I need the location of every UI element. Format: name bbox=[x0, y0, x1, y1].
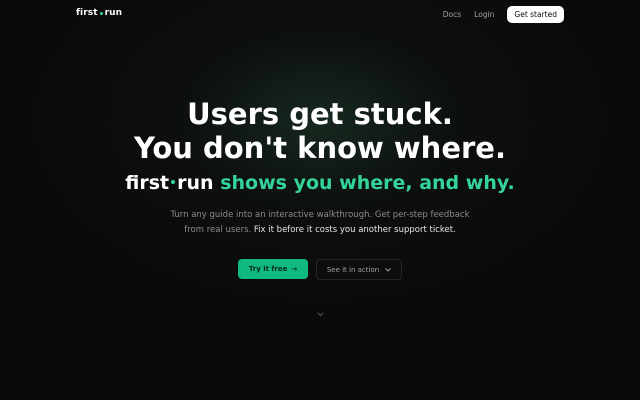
chevron-down-icon bbox=[385, 266, 391, 274]
see-it-in-action-label: See it in action bbox=[326, 265, 380, 274]
top-navigation-bar: first run Docs Login Get started bbox=[0, 0, 640, 28]
hero-section: Users get stuck. You don't know where. f… bbox=[0, 97, 640, 238]
tagline-brand-first: first bbox=[125, 172, 170, 194]
logo-dot-icon bbox=[99, 11, 103, 15]
brand-dot-icon bbox=[171, 179, 176, 184]
logo-text-first: first bbox=[76, 8, 98, 18]
tagline-brand: first run bbox=[125, 172, 213, 194]
logo[interactable]: first run bbox=[76, 8, 122, 18]
hero-tagline: first run shows you where, and why. bbox=[0, 171, 640, 195]
subtitle-muted-text: from real users. bbox=[184, 225, 252, 235]
scroll-down-chevron-icon[interactable] bbox=[315, 309, 325, 319]
tagline-brand-run: run bbox=[177, 172, 214, 194]
subtitle-highlight-text: Fix it before it costs you another suppo… bbox=[253, 225, 456, 235]
hero-heading-line-2: You don't know where. bbox=[133, 131, 506, 165]
login-link[interactable]: Login bbox=[474, 10, 494, 19]
subtitle-line-2: from real users. Fix it before it costs … bbox=[0, 223, 640, 238]
tagline-accent-text: shows you where, and why. bbox=[220, 172, 515, 194]
subtitle-line-1: Turn any guide into an interactive walkt… bbox=[170, 210, 470, 220]
nav-links: Docs Login Get started bbox=[443, 6, 564, 23]
try-it-free-label: Try it free bbox=[248, 265, 288, 273]
hero-actions: Try it free → See it in action bbox=[0, 259, 640, 280]
logo-text-run: run bbox=[104, 8, 123, 18]
see-it-in-action-button[interactable]: See it in action bbox=[316, 259, 402, 280]
get-started-button[interactable]: Get started bbox=[507, 6, 564, 23]
hero-heading-line-1: Users get stuck. bbox=[187, 97, 453, 131]
try-it-free-button[interactable]: Try it free → bbox=[238, 259, 308, 279]
arrow-right-icon: → bbox=[291, 265, 298, 273]
hero-subtitle: Turn any guide into an interactive walkt… bbox=[0, 208, 640, 238]
docs-link[interactable]: Docs bbox=[443, 10, 461, 19]
